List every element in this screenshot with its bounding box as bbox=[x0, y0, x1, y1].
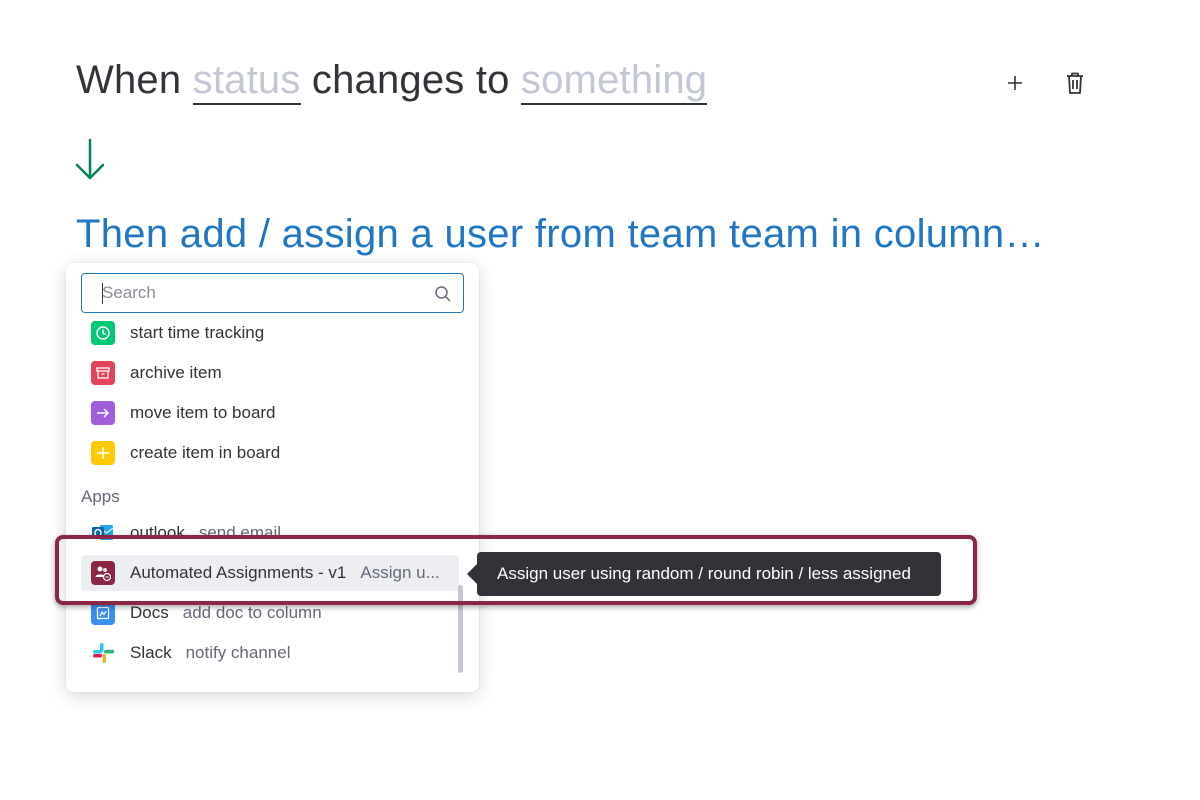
slack-icon bbox=[91, 641, 115, 665]
app-action: Assign u... bbox=[360, 563, 440, 582]
item-label: start time tracking bbox=[130, 323, 265, 342]
dropdown-scrollbar[interactable] bbox=[458, 585, 463, 673]
app-item-automated-assignments[interactable]: Automated Assignments - v1 Assign u... bbox=[81, 555, 459, 591]
arrow-right-icon bbox=[91, 401, 115, 425]
text-caret bbox=[102, 283, 103, 304]
list-item-create-item-in-board[interactable]: create item in board bbox=[81, 435, 459, 471]
add-condition-button[interactable] bbox=[1000, 68, 1030, 98]
search-icon bbox=[434, 285, 452, 308]
item-label: archive item bbox=[130, 363, 222, 382]
tooltip: Assign user using random / round robin /… bbox=[477, 552, 941, 596]
trigger-field-selector[interactable]: status bbox=[192, 58, 301, 105]
action-sentence[interactable]: Then add / assign a user from team team … bbox=[76, 212, 1045, 257]
app-item-outlook[interactable]: outlook send email bbox=[81, 515, 459, 551]
app-action: add doc to column bbox=[182, 603, 322, 622]
arrow-down-icon bbox=[74, 138, 106, 187]
app-item-slack[interactable]: Slack notify channel bbox=[81, 635, 459, 671]
outlook-icon bbox=[91, 521, 115, 545]
trigger-when-text: When bbox=[76, 58, 182, 102]
delete-button[interactable] bbox=[1060, 68, 1090, 98]
app-action: notify channel bbox=[185, 643, 291, 662]
plus-icon bbox=[91, 441, 115, 465]
app-name: Slack bbox=[130, 643, 172, 662]
trash-icon bbox=[1067, 72, 1083, 94]
app-name: Automated Assignments - v1 bbox=[130, 563, 347, 582]
action-dropdown: start time tracking archive item move it… bbox=[66, 263, 479, 692]
item-label: create item in board bbox=[130, 443, 281, 462]
list-item-start-time-tracking[interactable]: start time tracking bbox=[81, 315, 459, 351]
app-name: Docs bbox=[130, 603, 169, 622]
archive-icon bbox=[91, 361, 115, 385]
tooltip-pointer bbox=[467, 564, 477, 584]
apps-section-heading: Apps bbox=[81, 487, 120, 506]
app-name: outlook bbox=[130, 523, 185, 542]
trigger-value-selector[interactable]: something bbox=[520, 58, 708, 105]
plus-icon bbox=[1008, 76, 1022, 90]
app-item-docs[interactable]: Docs add doc to column bbox=[81, 595, 459, 631]
search-field[interactable] bbox=[81, 273, 464, 313]
list-item-move-item-to-board[interactable]: move item to board bbox=[81, 395, 459, 431]
docs-icon bbox=[91, 601, 115, 625]
item-label: move item to board bbox=[130, 403, 276, 422]
trigger-sentence: When status changes to something bbox=[76, 58, 708, 105]
trigger-changes-to-text: changes to bbox=[311, 58, 510, 102]
clock-icon bbox=[91, 321, 115, 345]
app-action: send email bbox=[198, 523, 282, 542]
automated-assignments-icon bbox=[91, 561, 115, 585]
search-input[interactable] bbox=[102, 283, 422, 303]
list-item-archive-item[interactable]: archive item bbox=[81, 355, 459, 391]
